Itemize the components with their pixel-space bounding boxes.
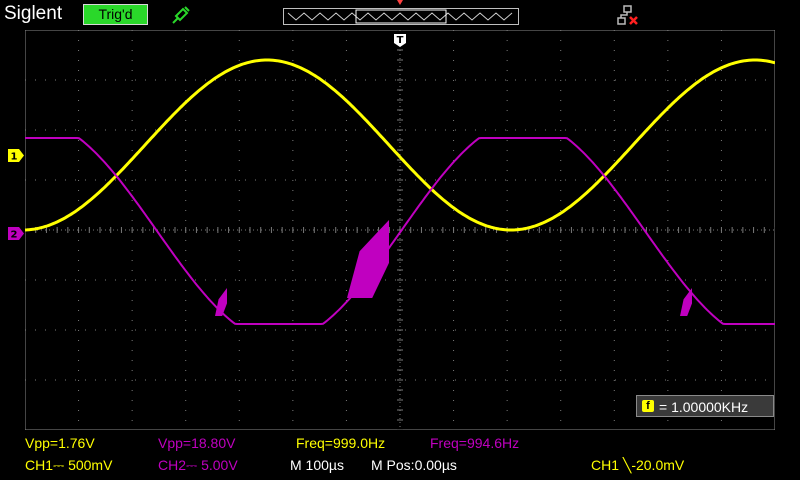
ch1-marker-label: 1 <box>11 152 18 163</box>
network-disconnected-icon <box>617 5 638 25</box>
ruler-trigger-pointer <box>397 0 403 5</box>
ch2-vpp-measurement: Vpp=18.80V <box>158 435 236 451</box>
ch1-vpp-measurement: Vpp=1.76V <box>25 435 95 451</box>
trigger-position-marker[interactable]: T <box>393 33 407 48</box>
ch1-level-marker[interactable]: 1 <box>8 149 24 162</box>
timebase-ruler <box>283 8 519 25</box>
waveform-display[interactable] <box>25 30 775 430</box>
probe-icon <box>172 6 190 24</box>
ch2-freq-measurement: Freq=994.6Hz <box>430 435 520 451</box>
ch1-scale[interactable]: CH1⎓ 500mV <box>25 457 112 474</box>
frequency-counter-icon: f <box>642 400 654 412</box>
ch2-level-marker[interactable]: 2 <box>8 227 24 240</box>
timebase-scale[interactable]: M 100µs <box>290 457 344 473</box>
top-bar: Siglent Trig'd <box>0 0 800 30</box>
ch2-marker-label: 2 <box>11 230 18 241</box>
ch2-scale[interactable]: CH2⎓ 5.00V <box>158 457 238 474</box>
trigger-status-badge: Trig'd <box>83 4 148 25</box>
trigger-marker-label: T <box>397 35 404 46</box>
trigger-settings[interactable]: CH1 ╲-20.0mV <box>591 457 684 474</box>
frequency-counter-value: = 1.00000KHz <box>659 399 749 415</box>
horizontal-position[interactable]: M Pos:0.00µs <box>371 457 457 473</box>
ch1-freq-measurement: Freq=999.0Hz <box>296 435 386 451</box>
brand-label: Siglent <box>4 3 63 24</box>
frequency-counter: f = 1.00000KHz <box>636 395 774 417</box>
